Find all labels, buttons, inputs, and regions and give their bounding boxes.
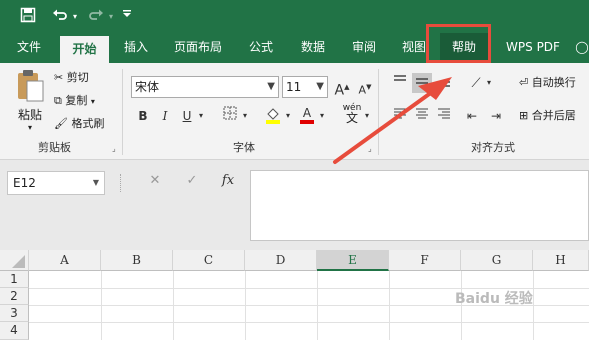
- annotation-arrow: [333, 77, 452, 164]
